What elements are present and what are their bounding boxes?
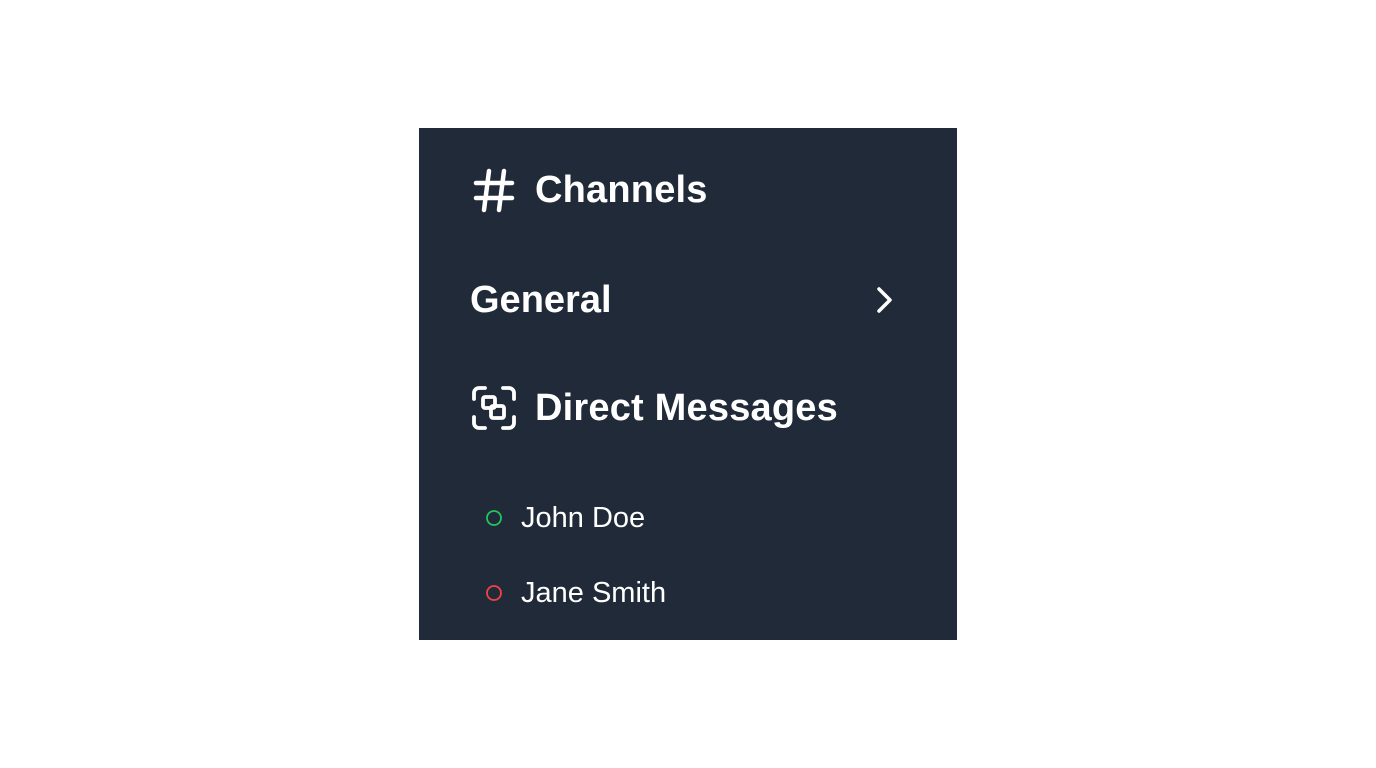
direct-messages-title: Direct Messages — [535, 386, 838, 429]
sidebar: Channels General Direct Messages John Do… — [419, 128, 957, 640]
status-offline-icon — [485, 584, 503, 602]
channels-header[interactable]: Channels — [471, 160, 708, 220]
hash-icon — [471, 167, 517, 213]
dm-name: Jane Smith — [521, 576, 667, 609]
channel-name: General — [470, 278, 612, 321]
direct-messages-header[interactable]: Direct Messages — [471, 378, 838, 438]
chevron-right-icon — [870, 286, 898, 314]
scan-user-icon — [471, 385, 517, 431]
dm-name: John Doe — [521, 501, 646, 534]
channels-title: Channels — [535, 168, 708, 211]
status-online-icon — [485, 509, 503, 527]
dm-item-john-doe[interactable]: John Doe — [485, 496, 645, 540]
dm-item-jane-smith[interactable]: Jane Smith — [485, 571, 666, 615]
channel-item-general[interactable]: General — [470, 270, 900, 330]
